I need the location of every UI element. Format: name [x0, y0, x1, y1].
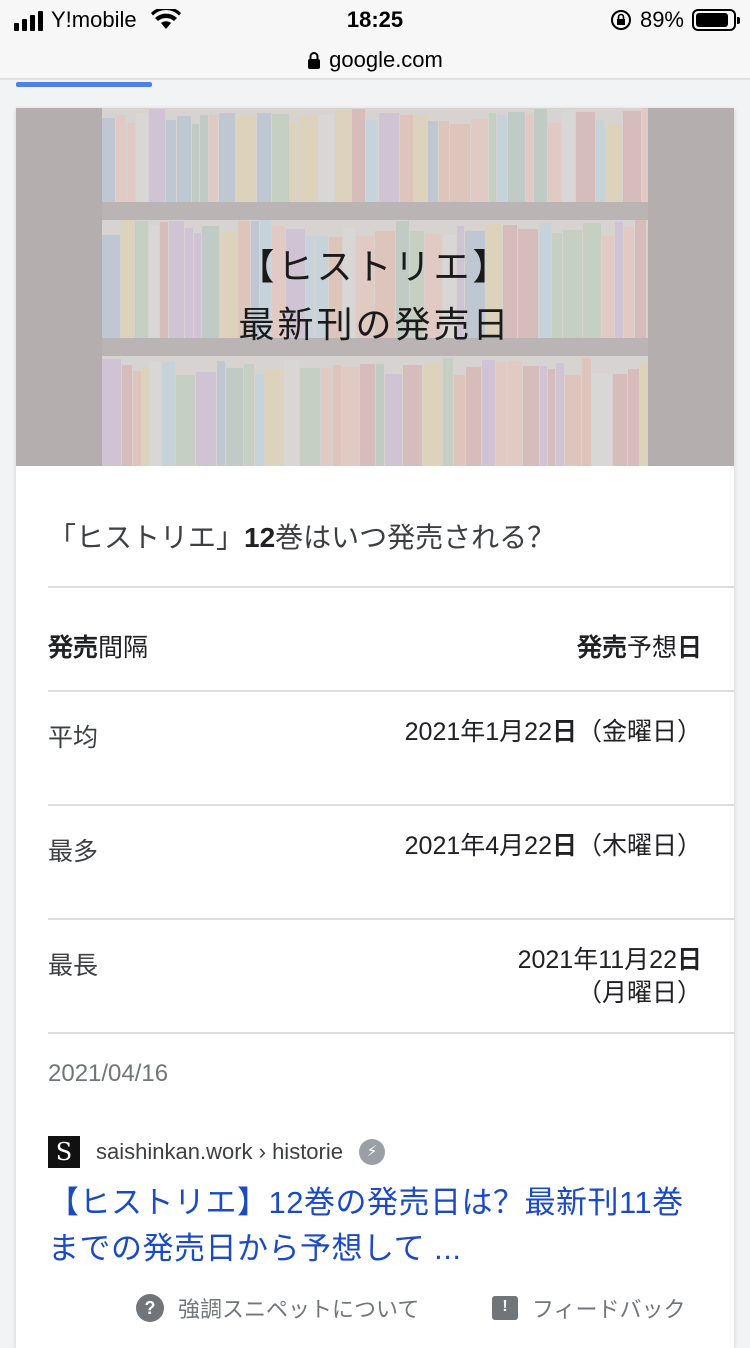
about-snippets-label: 強調スニペットについて	[178, 1297, 420, 1322]
wifi-icon	[150, 9, 181, 29]
table-row-value: 2021年1月22日（金曜日）	[402, 716, 702, 749]
header-right-mid: 予想	[626, 634, 677, 662]
bookshelf-image: 【ヒストリエ】 最新刊の発売日	[102, 108, 648, 466]
table-row-value: 2021年11月22日 （月曜日）	[402, 944, 702, 1010]
feedback-link[interactable]: ! フィードバック	[492, 1292, 686, 1324]
divider	[48, 918, 734, 920]
feedback-label: フィードバック	[532, 1297, 686, 1322]
result-source[interactable]: S saishinkan.work › historie ⚡	[48, 1136, 385, 1168]
rotation-lock-icon	[610, 10, 631, 30]
help-icon: ?	[136, 1294, 164, 1322]
value-day-char: 日	[551, 832, 577, 860]
battery-percentage: 89%	[639, 7, 684, 32]
table-row-label: 平均	[48, 724, 99, 752]
battery-level-fill	[696, 13, 729, 27]
address-bar[interactable]: google.com	[0, 40, 750, 80]
hero-image-backdrop[interactable]: 【ヒストリエ】 最新刊の発売日	[16, 108, 734, 466]
result-cite-url: saishinkan.work › historie	[96, 1139, 343, 1164]
divider	[48, 586, 734, 588]
value-weekday: （月曜日）	[576, 979, 702, 1007]
divider	[48, 804, 734, 806]
divider	[0, 78, 750, 80]
feedback-icon: !	[492, 1296, 518, 1320]
status-bar: Y!mobile 18:25 89%	[0, 0, 750, 40]
featured-snippet-card: 【ヒストリエ】 最新刊の発売日 「ヒストリエ」12巻はいつ発売される？ 発売間隔…	[16, 108, 734, 1348]
header-right-bold2: 日	[676, 634, 702, 662]
amp-lightning-icon: ⚡	[358, 1139, 385, 1165]
hero-title-line2: 最新刊の発売日	[238, 305, 512, 346]
battery-icon	[692, 9, 740, 31]
site-favicon: S	[48, 1136, 80, 1168]
table-row-value: 2021年4月22日（木曜日）	[402, 830, 702, 863]
url-domain: google.com	[329, 47, 443, 72]
table-row-label: 最多	[48, 838, 99, 866]
cellular-signal-icon	[14, 9, 43, 31]
value-day-char: 日	[551, 718, 577, 746]
active-tab-indicator	[16, 82, 152, 87]
header-left-rest: 間隔	[98, 634, 149, 662]
table-row-label: 最長	[48, 952, 99, 980]
snippet-question: 「ヒストリエ」12巻はいつ発売される？	[48, 516, 555, 556]
value-date: 2021年11月22	[517, 946, 677, 974]
value-date: 2021年1月22	[404, 718, 552, 746]
header-right-bold: 発売	[576, 634, 627, 662]
table-header-interval: 発売間隔	[48, 628, 148, 664]
hero-title-line1: 【ヒストリエ】	[238, 247, 512, 288]
padlock-icon	[308, 52, 321, 69]
divider	[48, 690, 734, 692]
carrier-name: Y!mobile	[51, 7, 137, 32]
about-snippets-link[interactable]: ? 強調スニペットについて	[136, 1292, 419, 1324]
value-weekday: （金曜日）	[576, 718, 702, 746]
value-weekday: （木曜日）	[576, 832, 702, 860]
snippet-date: 2021/04/16	[48, 1060, 169, 1087]
result-title-link[interactable]: 【ヒストリエ】12巻の発売日は？最新刊11巻までの発売日から予想して ...	[48, 1180, 708, 1272]
value-date: 2021年4月22	[404, 832, 552, 860]
header-left-bold: 発売	[48, 634, 99, 662]
question-volume: 12	[244, 522, 276, 553]
question-suffix: 巻はいつ発売される？	[275, 522, 556, 553]
question-prefix: 「ヒストリエ」	[48, 522, 245, 553]
table-header-expected-date: 発売予想日	[577, 628, 702, 664]
divider	[48, 1032, 734, 1034]
value-day-char: 日	[676, 946, 702, 974]
